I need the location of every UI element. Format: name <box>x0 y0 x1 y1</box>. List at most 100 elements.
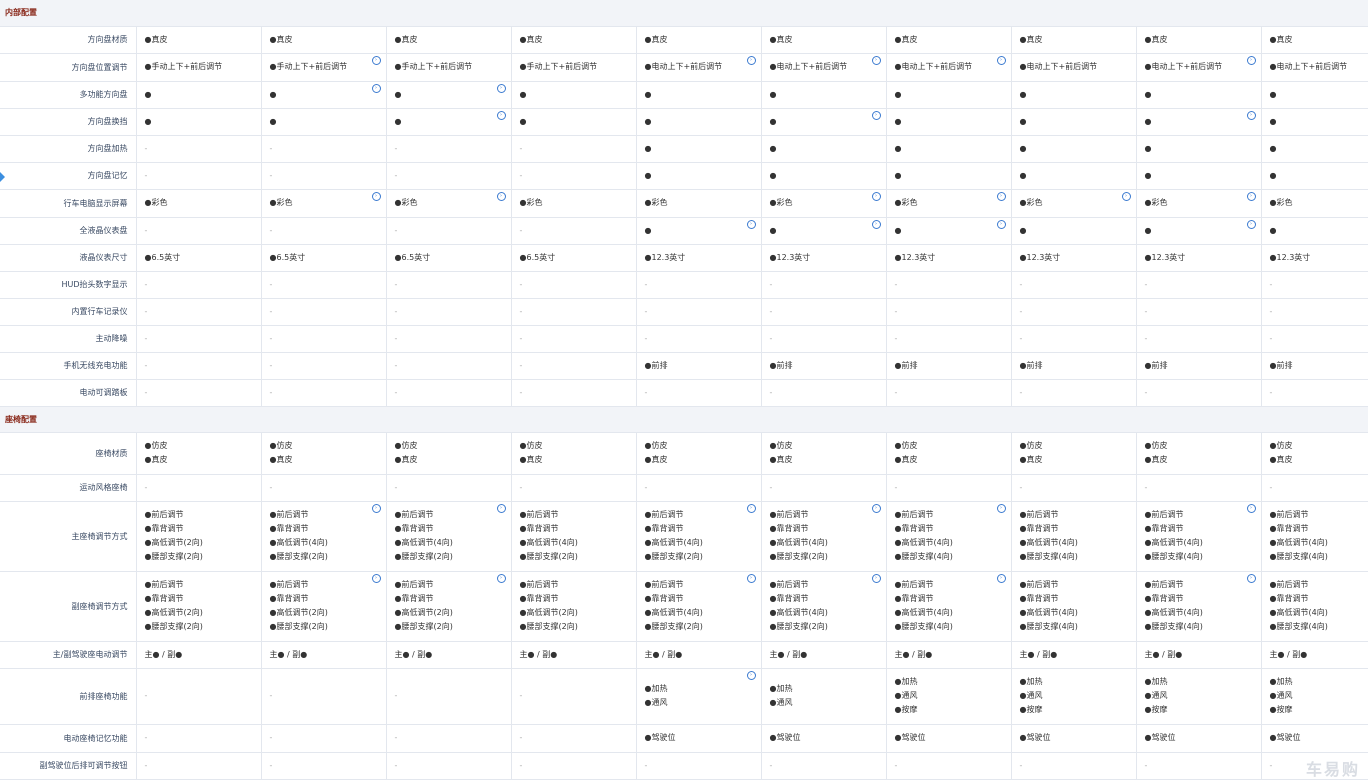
info-icon[interactable]: › <box>996 503 1006 513</box>
info-icon[interactable]: › <box>1246 573 1256 583</box>
spec-cell: ●驾驶位 <box>761 724 887 753</box>
spec-value: ●前排 <box>769 360 793 370</box>
info-icon[interactable]: › <box>871 503 881 513</box>
info-icon[interactable]: › <box>496 191 506 201</box>
spec-value: ●靠背调节 <box>269 594 309 603</box>
spec-value: - <box>394 143 398 153</box>
info-icon[interactable]: › <box>371 573 381 583</box>
info-icon[interactable]: › <box>496 110 506 120</box>
spec-value: ●靠背调节 <box>394 524 434 533</box>
info-icon[interactable]: › <box>496 573 506 583</box>
spec-cell: ● <box>636 162 762 190</box>
spec-value: - <box>394 387 398 397</box>
info-icon[interactable]: › <box>1246 110 1256 120</box>
spec-value: ●前排 <box>1144 360 1168 370</box>
info-icon[interactable]: › <box>871 573 881 583</box>
spec-value: ● <box>394 116 402 126</box>
spec-value: - <box>269 143 273 153</box>
spec-value: - <box>644 760 648 770</box>
spec-cell: ●彩色 › <box>761 189 887 218</box>
spec-value: - <box>144 733 148 742</box>
table-row: 方向盘位置调节 ●手动上下+前后调节 ●手动上下+前后调节 › ●手动上下+前后调节 ●手… <box>0 53 1368 82</box>
info-icon[interactable]: › <box>496 503 506 513</box>
spec-value: ●彩色 <box>269 198 293 207</box>
spec-value: - <box>1269 333 1273 343</box>
info-icon[interactable]: › <box>1246 503 1256 513</box>
spec-value: - <box>1019 387 1023 397</box>
spec-cell: 主● / 副● <box>1011 641 1137 669</box>
info-icon[interactable]: › <box>746 55 756 65</box>
info-icon[interactable]: › <box>1246 191 1256 201</box>
spec-cell: - <box>761 474 887 502</box>
spec-value: - <box>144 333 148 343</box>
spec-cell: 主● / 副● <box>886 641 1012 669</box>
row-label: 座椅材质 <box>0 432 137 475</box>
spec-value: 主● / 副● <box>144 649 183 659</box>
spec-value: ●真皮 <box>894 34 918 44</box>
spec-cell: ●手动上下+前后调节 › <box>261 53 387 82</box>
info-icon[interactable]: › <box>746 219 756 229</box>
info-icon[interactable]: › <box>371 83 381 93</box>
spec-cell: ● › <box>386 81 512 109</box>
table-row: 主座椅调节方式 ●前后调节 ●靠背调节 ●高低调节(2向) ●腰部支撑(2向) ●前后调节… <box>0 501 1368 572</box>
spec-cell: ●彩色 › <box>1011 189 1137 218</box>
spec-value: ●真皮 <box>894 455 918 464</box>
info-icon[interactable]: › <box>871 110 881 120</box>
spec-cell: ● <box>1136 81 1262 109</box>
spec-cell: ●驾驶位 <box>1261 724 1368 753</box>
spec-value: - <box>894 333 898 343</box>
expand-arrow-icon[interactable] <box>0 172 5 182</box>
spec-cell: - <box>261 668 387 725</box>
spec-value: ●腰部支撑(2向) <box>769 622 828 631</box>
info-icon[interactable]: › <box>871 55 881 65</box>
spec-cell: ●加热 ●通风 ●按摩 <box>1011 668 1137 725</box>
info-icon[interactable]: › <box>746 573 756 583</box>
spec-value: - <box>269 733 273 742</box>
spec-value: ● <box>1144 225 1152 235</box>
spec-value: ●高低调节(4向) <box>894 538 953 547</box>
spec-value: ●高低调节(4向) <box>1144 538 1203 547</box>
spec-value: ●真皮 <box>769 34 793 44</box>
info-icon[interactable]: › <box>746 503 756 513</box>
spec-value: ● <box>394 89 402 99</box>
table-row: 电动可调踏板 - - - - - - - - - - <box>0 379 1368 407</box>
spec-cell: ●仿皮 ●真皮 <box>761 432 887 475</box>
spec-cell: ●前排 <box>761 352 887 380</box>
table-row: 内置行车记录仪 - - - - - - - - - - <box>0 298 1368 326</box>
info-icon[interactable]: › <box>1246 219 1256 229</box>
info-icon[interactable]: › <box>871 191 881 201</box>
spec-value: - <box>769 482 773 492</box>
info-icon[interactable]: › <box>996 219 1006 229</box>
spec-value: ●真皮 <box>1019 34 1043 44</box>
row-label: 行车电脑显示屏幕 <box>0 189 137 218</box>
info-icon[interactable]: › <box>996 191 1006 201</box>
info-icon[interactable]: › <box>871 219 881 229</box>
spec-cell: ●前后调节 ●靠背调节 ●高低调节(4向) ●腰部支撑(4向) › <box>886 571 1012 642</box>
spec-value: 主● / 副● <box>519 649 558 659</box>
info-icon[interactable]: › <box>496 83 506 93</box>
info-icon[interactable]: › <box>371 191 381 201</box>
spec-cell: ●仿皮 ●真皮 <box>261 432 387 475</box>
section-title: 内部配置 <box>0 0 1368 27</box>
info-icon[interactable]: › <box>746 670 756 680</box>
spec-cell: ● <box>1261 217 1368 245</box>
spec-cell: - <box>636 271 762 299</box>
spec-value: - <box>1144 306 1148 316</box>
spec-value: - <box>144 387 148 397</box>
info-icon[interactable]: › <box>371 55 381 65</box>
info-icon[interactable]: › <box>996 55 1006 65</box>
spec-value: - <box>1144 760 1148 770</box>
info-icon[interactable]: › <box>996 573 1006 583</box>
spec-value: ●前后调节 <box>1144 510 1184 519</box>
info-icon[interactable]: › <box>1121 191 1131 201</box>
spec-cell: - <box>386 724 512 753</box>
row-label: 内置行车记录仪 <box>0 298 137 326</box>
spec-value: ●加热 <box>1144 677 1168 686</box>
info-icon[interactable]: › <box>1246 55 1256 65</box>
spec-value: ●手动上下+前后调节 <box>394 62 473 71</box>
spec-cell: ● <box>886 162 1012 190</box>
spec-value: ●前后调节 <box>144 580 184 589</box>
info-icon[interactable]: › <box>371 503 381 513</box>
spec-cell: - <box>261 379 387 407</box>
spec-cell: ●加热 ●通风 ●按摩 <box>1261 668 1368 725</box>
